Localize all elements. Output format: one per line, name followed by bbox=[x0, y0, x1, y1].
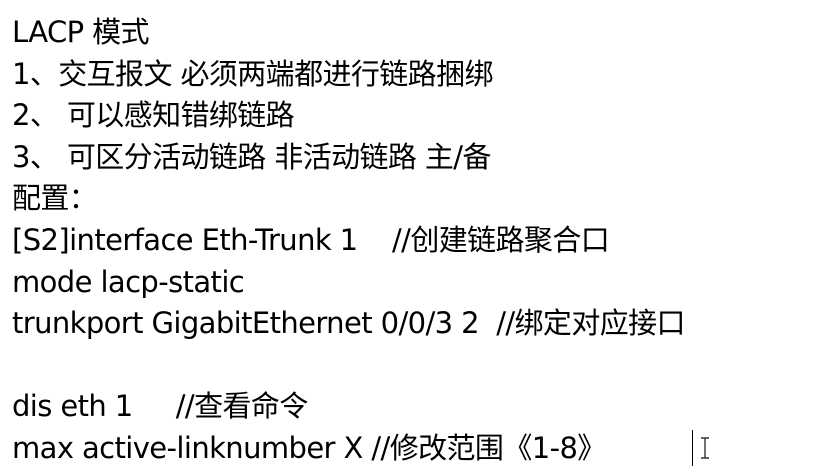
text-line: 2、 可以感知错绑链路 bbox=[12, 98, 295, 133]
heading-line: LACP 模式 bbox=[12, 15, 150, 49]
text-line: trunkport GigabitEthernet 0/0/3 2 //绑定对应… bbox=[12, 306, 686, 341]
text-line: mode lacp-static bbox=[12, 264, 245, 299]
text-line: 1、交互报文 必须两端都进行链路捆绑 bbox=[12, 56, 493, 91]
text-line: 配置： bbox=[12, 181, 98, 216]
text-line: dis eth 1 //查看命令 bbox=[12, 389, 308, 424]
text-line: max active-linknumber X //修改范围《1-8》 bbox=[12, 430, 606, 465]
text-caret bbox=[692, 430, 693, 466]
document-body[interactable]: LACP 模式 1、交互报文 必须两端都进行链路捆绑 2、 可以感知错绑链路 3… bbox=[12, 12, 817, 470]
text-line: [S2]interface Eth-Trunk 1 //创建链路聚合口 bbox=[12, 222, 610, 257]
text-line: 3、 可区分活动链路 非活动链路 主/备 bbox=[12, 139, 491, 174]
text-cursor-icon bbox=[701, 437, 709, 459]
